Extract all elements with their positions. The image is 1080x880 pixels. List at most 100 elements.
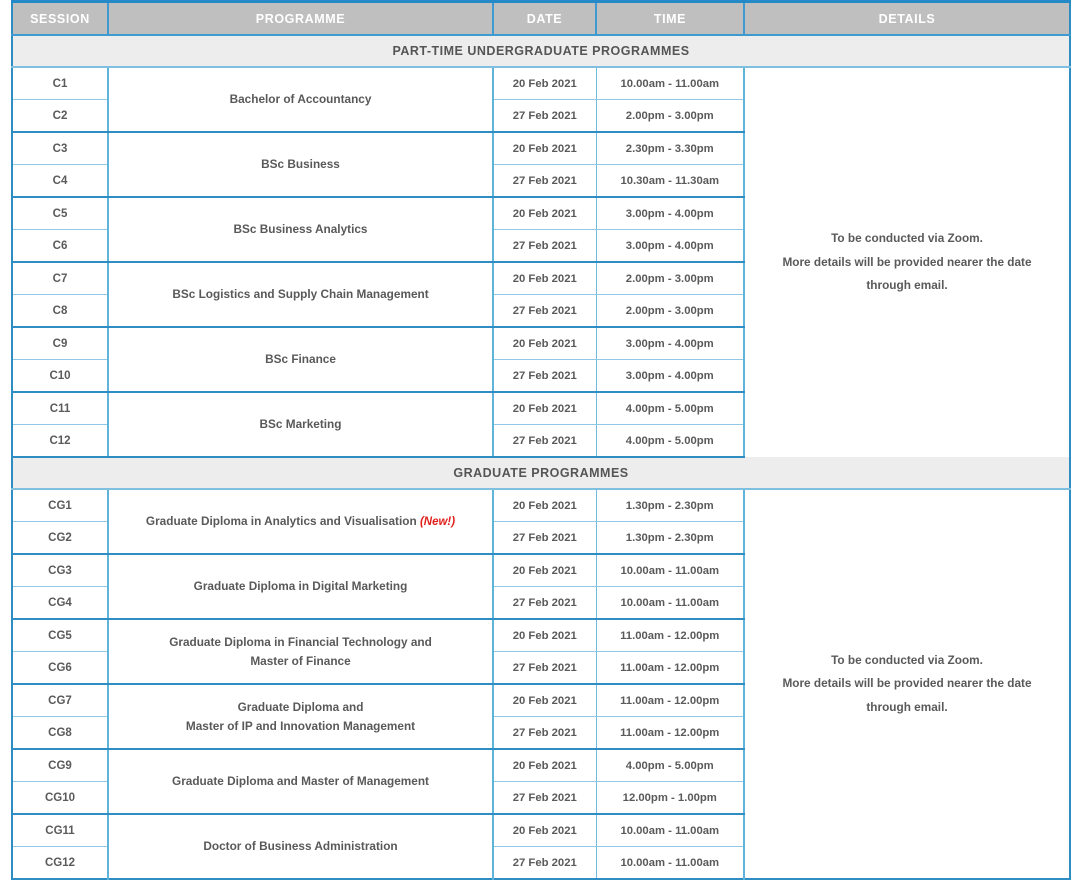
session-time: 11.00am - 12.00pm (596, 652, 744, 685)
programme-name: BSc Business Analytics (108, 197, 493, 262)
programme-name-line: Graduate Diploma and (238, 700, 364, 714)
details-note-line: To be conducted via Zoom. (759, 649, 1055, 673)
programme-name: BSc Business (108, 132, 493, 197)
session-code: CG4 (12, 587, 108, 620)
session-time: 12.00pm - 1.00pm (596, 782, 744, 815)
programme-name-line: BSc Finance (265, 352, 336, 366)
session-code: CG6 (12, 652, 108, 685)
programme-name-line: Graduate Diploma in Digital Marketing (194, 579, 408, 593)
table-row: CG1Graduate Diploma in Analytics and Vis… (12, 489, 1070, 522)
details-note-line: To be conducted via Zoom. (759, 227, 1055, 251)
session-time: 2.30pm - 3.30pm (596, 132, 744, 165)
session-date: 27 Feb 2021 (493, 425, 596, 458)
session-code: C11 (12, 392, 108, 425)
session-time: 10.00am - 11.00am (596, 554, 744, 587)
session-code: C1 (12, 67, 108, 100)
session-time: 4.00pm - 5.00pm (596, 392, 744, 425)
session-time: 1.30pm - 2.30pm (596, 522, 744, 555)
session-date: 20 Feb 2021 (493, 327, 596, 360)
programme-name-line: BSc Business (261, 157, 340, 171)
details-note: To be conducted via Zoom.More details wi… (744, 67, 1070, 457)
programme-name: BSc Finance (108, 327, 493, 392)
session-time: 3.00pm - 4.00pm (596, 230, 744, 263)
session-time: 2.00pm - 3.00pm (596, 295, 744, 328)
session-date: 20 Feb 2021 (493, 67, 596, 100)
session-time: 4.00pm - 5.00pm (596, 425, 744, 458)
session-code: CG12 (12, 847, 108, 880)
section-title: PART-TIME UNDERGRADUATE PROGRAMMES (12, 35, 1070, 67)
programme-name-line: BSc Logistics and Supply Chain Managemen… (172, 287, 428, 301)
session-time: 10.00am - 11.00am (596, 814, 744, 847)
section-band-row: PART-TIME UNDERGRADUATE PROGRAMMES (12, 35, 1070, 67)
session-date: 27 Feb 2021 (493, 587, 596, 620)
session-date: 27 Feb 2021 (493, 100, 596, 133)
session-time: 10.00am - 11.00am (596, 67, 744, 100)
session-date: 27 Feb 2021 (493, 360, 596, 393)
programme-name: Graduate Diploma and Master of Managemen… (108, 749, 493, 814)
session-code: C6 (12, 230, 108, 263)
programme-name: Graduate Diploma and Master of IP and Inn… (108, 684, 493, 749)
session-date: 20 Feb 2021 (493, 619, 596, 652)
session-time: 10.30am - 11.30am (596, 165, 744, 198)
session-code: CG7 (12, 684, 108, 717)
session-code: C4 (12, 165, 108, 198)
details-note-line: through email. (759, 274, 1055, 298)
programme-name-line: Graduate Diploma in Financial Technology… (169, 635, 432, 649)
session-code: CG2 (12, 522, 108, 555)
session-date: 20 Feb 2021 (493, 814, 596, 847)
session-date: 20 Feb 2021 (493, 554, 596, 587)
session-code: C3 (12, 132, 108, 165)
details-note: To be conducted via Zoom.More details wi… (744, 489, 1070, 879)
details-note-line: More details will be provided nearer the… (759, 672, 1055, 696)
session-date: 20 Feb 2021 (493, 489, 596, 522)
session-time: 11.00am - 12.00pm (596, 619, 744, 652)
session-time: 2.00pm - 3.00pm (596, 262, 744, 295)
session-date: 27 Feb 2021 (493, 165, 596, 198)
session-code: C8 (12, 295, 108, 328)
programme-name-line: Master of IP and Innovation Management (186, 719, 415, 733)
session-code: CG1 (12, 489, 108, 522)
session-code: CG9 (12, 749, 108, 782)
session-date: 20 Feb 2021 (493, 749, 596, 782)
session-date: 20 Feb 2021 (493, 262, 596, 295)
session-date: 27 Feb 2021 (493, 782, 596, 815)
session-time: 1.30pm - 2.30pm (596, 489, 744, 522)
session-time: 3.00pm - 4.00pm (596, 197, 744, 230)
session-date: 20 Feb 2021 (493, 392, 596, 425)
session-time: 2.00pm - 3.00pm (596, 100, 744, 133)
section-title: GRADUATE PROGRAMMES (12, 457, 1070, 489)
session-code: CG11 (12, 814, 108, 847)
session-date: 27 Feb 2021 (493, 717, 596, 750)
programme-name: Graduate Diploma in Digital Marketing (108, 554, 493, 619)
programme-name-line: Graduate Diploma in Analytics and Visual… (146, 514, 417, 528)
session-code: C7 (12, 262, 108, 295)
session-time: 10.00am - 11.00am (596, 587, 744, 620)
session-time: 10.00am - 11.00am (596, 847, 744, 880)
programme-name: BSc Marketing (108, 392, 493, 457)
table-header: SESSION PROGRAMME DATE TIME DETAILS (12, 2, 1070, 36)
programme-name-line: Bachelor of Accountancy (230, 92, 372, 106)
details-note-line: More details will be provided nearer the… (759, 251, 1055, 275)
session-code: C12 (12, 425, 108, 458)
table-body: PART-TIME UNDERGRADUATE PROGRAMMESC1 Bach… (12, 35, 1070, 879)
session-date: 27 Feb 2021 (493, 230, 596, 263)
session-code: C9 (12, 327, 108, 360)
session-time: 11.00am - 12.00pm (596, 717, 744, 750)
session-date: 20 Feb 2021 (493, 132, 596, 165)
session-time: 3.00pm - 4.00pm (596, 360, 744, 393)
session-code: C5 (12, 197, 108, 230)
programme-name: Bachelor of Accountancy (108, 67, 493, 132)
programme-name: BSc Logistics and Supply Chain Managemen… (108, 262, 493, 327)
programme-name: Graduate Diploma in Financial Technology… (108, 619, 493, 684)
column-header-details: DETAILS (744, 2, 1070, 36)
session-code: CG5 (12, 619, 108, 652)
schedule-sheet: SESSION PROGRAMME DATE TIME DETAILS PART… (0, 0, 1080, 781)
column-header-date: DATE (493, 2, 596, 36)
table-header-row: SESSION PROGRAMME DATE TIME DETAILS (12, 2, 1070, 36)
column-header-programme: PROGRAMME (108, 2, 493, 36)
section-band-row: GRADUATE PROGRAMMES (12, 457, 1070, 489)
session-date: 27 Feb 2021 (493, 847, 596, 880)
session-date: 27 Feb 2021 (493, 522, 596, 555)
session-date: 20 Feb 2021 (493, 684, 596, 717)
details-note-line: through email. (759, 696, 1055, 720)
